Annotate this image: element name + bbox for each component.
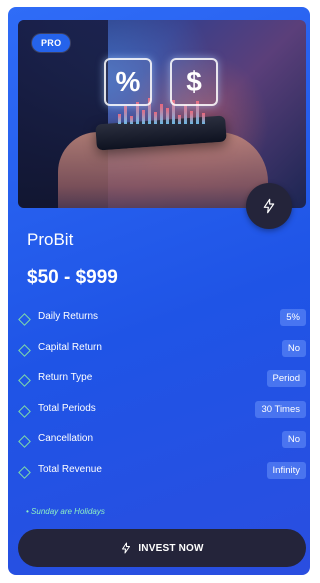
plan-price: $50 - $999 [27, 267, 118, 288]
feature-value: No [281, 339, 306, 357]
feature-return-type: Return Type Period [18, 368, 306, 399]
diamond-icon [18, 466, 31, 479]
holiday-note-text: Sunday are Holidays [31, 507, 105, 516]
feature-label: Cancellation [38, 433, 94, 445]
plan-card: % $ PRO ProBit $50 - $999 Daily Returns … [8, 7, 310, 575]
feature-daily-returns: Daily Returns 5% [18, 307, 306, 338]
feature-value: 5% [280, 309, 306, 326]
feature-label: Return Type [38, 372, 93, 384]
feature-value: Infinity [266, 461, 306, 479]
feature-value: No [281, 431, 306, 449]
bolt-icon [122, 542, 131, 554]
diamond-icon [18, 343, 31, 357]
diamond-icon [18, 435, 31, 449]
diamond-icon [18, 374, 31, 388]
bolt-icon [263, 198, 275, 214]
feature-capital-return: Capital Return No [18, 338, 306, 369]
holiday-note: • Sunday are Holidays [26, 507, 105, 516]
invest-now-button[interactable]: INVEST NOW [18, 529, 306, 567]
feature-total-periods: Total Periods 30 Times [18, 399, 306, 430]
pro-badge: PRO [32, 34, 71, 52]
feature-value: 30 Times [255, 400, 306, 418]
feature-label: Daily Returns [38, 311, 99, 322]
invest-now-label: INVEST NOW [138, 542, 204, 554]
feature-label: Total Revenue [38, 463, 102, 475]
feature-total-revenue: Total Revenue Infinity [18, 460, 306, 491]
feature-value: Period [266, 370, 306, 388]
dollar-icon: $ [170, 58, 218, 106]
feature-cancellation: Cancellation No [18, 429, 306, 460]
feature-label: Capital Return [38, 341, 102, 353]
plan-name: ProBit [27, 230, 74, 249]
diamond-icon [18, 404, 31, 418]
feature-list: Daily Returns 5% Capital Return No Retur… [18, 307, 306, 491]
percent-icon: % [104, 58, 152, 106]
feature-label: Total Periods [38, 402, 96, 414]
diamond-icon [18, 313, 31, 326]
quick-action-button[interactable] [246, 183, 292, 229]
